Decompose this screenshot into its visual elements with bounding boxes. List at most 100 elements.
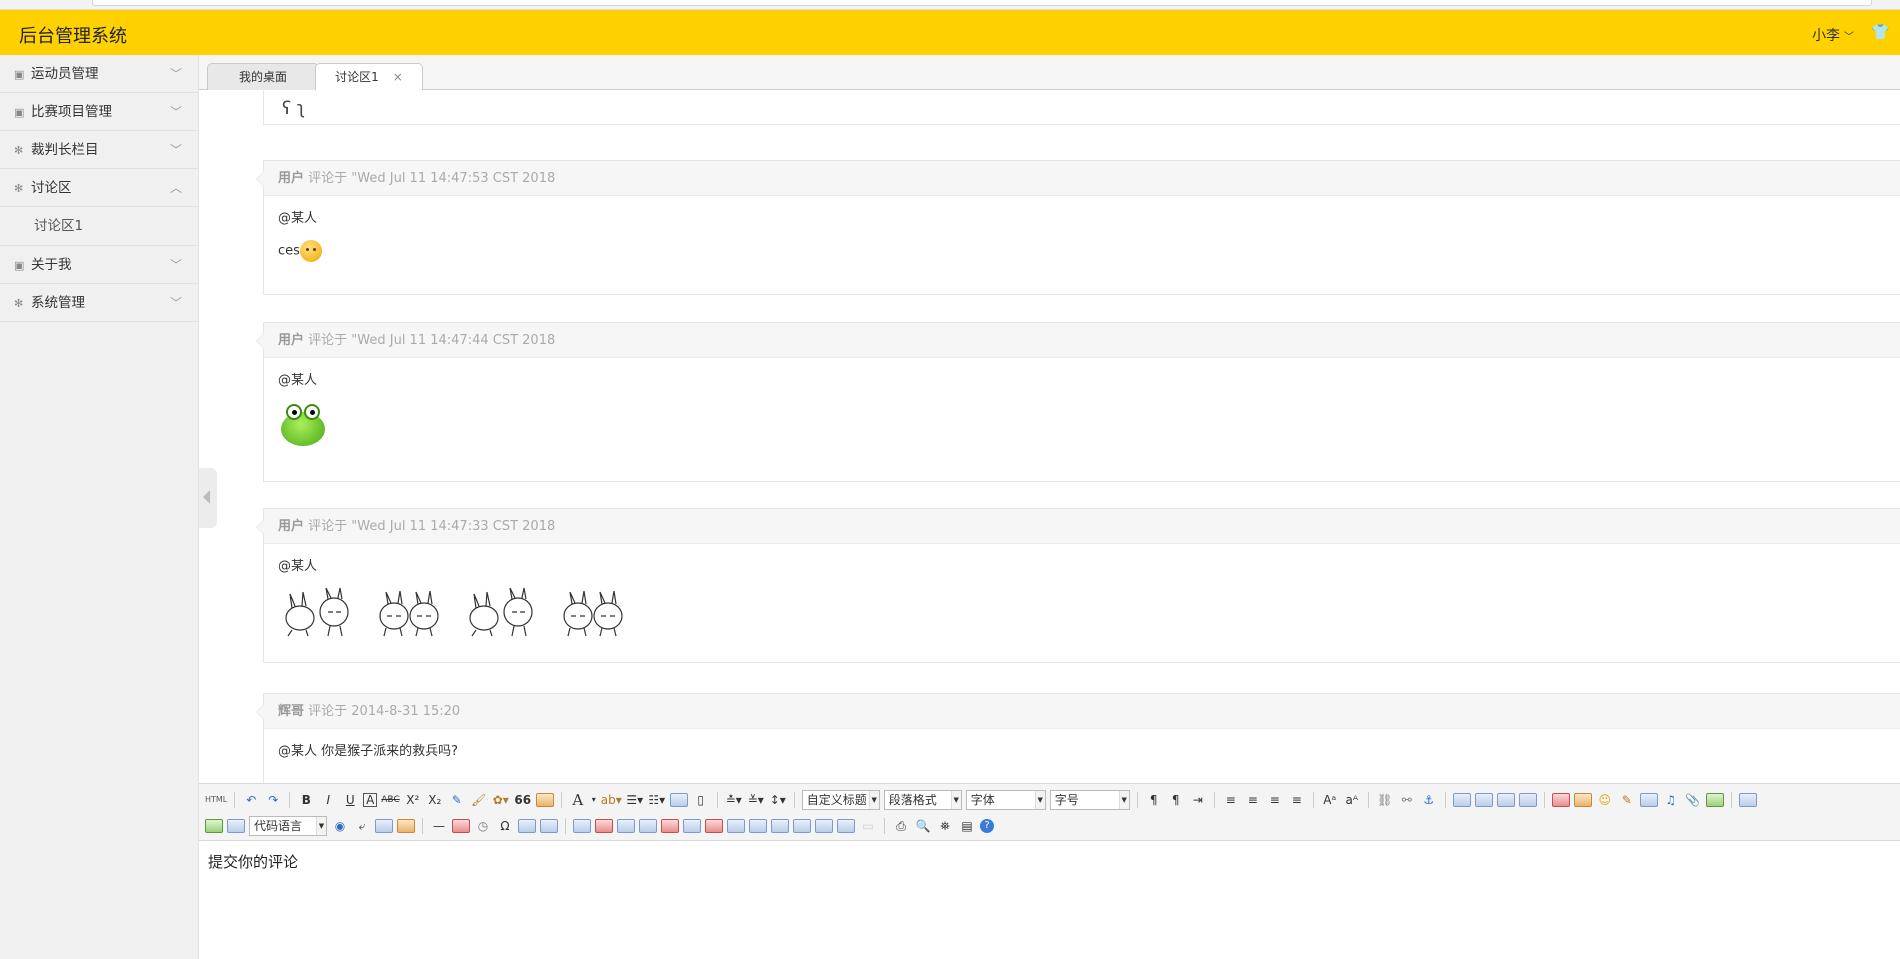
- image-center-icon[interactable]: [1518, 793, 1537, 807]
- drafts-icon[interactable]: ▤: [958, 817, 976, 835]
- ordered-list-icon[interactable]: ☰▾: [626, 791, 644, 809]
- insert-image-icon[interactable]: [1573, 793, 1592, 807]
- image-right-icon[interactable]: [1496, 793, 1515, 807]
- underline-button[interactable]: U: [341, 791, 359, 809]
- sidebar-item-system[interactable]: ✻ 系统管理 ﹀: [0, 284, 198, 322]
- scrawl-icon[interactable]: ✎: [1618, 791, 1636, 809]
- format-brush-icon[interactable]: 🖌: [470, 791, 488, 809]
- image-none-icon[interactable]: [1452, 793, 1471, 807]
- template-icon[interactable]: ◉: [331, 817, 349, 835]
- preview-icon[interactable]: 🔍: [914, 817, 932, 835]
- link-icon[interactable]: ⛓: [1376, 791, 1394, 809]
- font-border-button[interactable]: A: [363, 793, 378, 807]
- html-source-button[interactable]: HTML: [205, 791, 227, 809]
- strikethrough-button[interactable]: ABC: [381, 791, 399, 809]
- font-color-button[interactable]: A: [569, 791, 587, 809]
- emotion-icon[interactable]: ☺: [1596, 791, 1614, 809]
- time-icon[interactable]: ◷: [474, 817, 492, 835]
- simple-upload-icon[interactable]: [1551, 793, 1570, 807]
- sidebar-subitem-discussion1[interactable]: 讨论区1: [0, 207, 198, 246]
- special-chars-button[interactable]: Ω: [496, 817, 514, 835]
- date-icon[interactable]: [452, 819, 470, 833]
- align-center-icon[interactable]: ≡: [1244, 791, 1262, 809]
- horizontal-rule-button[interactable]: —: [430, 817, 448, 835]
- merge-cells-icon[interactable]: [727, 819, 745, 833]
- search-icon[interactable]: ⛯: [936, 817, 954, 835]
- align-left-icon[interactable]: ≡: [1222, 791, 1240, 809]
- highlight-color-icon[interactable]: ab▾: [601, 791, 622, 809]
- close-icon[interactable]: ×: [393, 70, 403, 84]
- code-language-select[interactable]: 代码语言 ▼: [249, 816, 327, 836]
- anchor-icon[interactable]: ⚓: [1420, 791, 1438, 809]
- sidebar-item-referee[interactable]: ✻ 裁判长栏目 ﹀: [0, 131, 198, 169]
- address-bar[interactable]: [92, 0, 1872, 6]
- delete-row-icon[interactable]: [661, 819, 679, 833]
- heading-select[interactable]: 自定义标题 ▼: [801, 790, 880, 810]
- unordered-list-icon[interactable]: ☷▾: [648, 791, 666, 809]
- attachment-icon[interactable]: 📎: [1684, 791, 1702, 809]
- font-family-select[interactable]: 字体 ▼: [965, 790, 1046, 810]
- music-icon[interactable]: ♫: [1662, 791, 1680, 809]
- auto-format-icon[interactable]: ✿▾: [492, 791, 510, 809]
- font-size-select[interactable]: 字号 ▼: [1049, 790, 1130, 810]
- chart-icon[interactable]: ▭: [859, 817, 877, 835]
- direction-ltr-button[interactable]: ¶: [1145, 791, 1163, 809]
- subscript-button[interactable]: X₂: [426, 791, 444, 809]
- print-icon[interactable]: ⎙: [892, 817, 910, 835]
- paste-plain-icon[interactable]: [535, 793, 554, 807]
- sidebar-item-events[interactable]: ▣ 比赛项目管理 ﹀: [0, 93, 198, 131]
- indent-icon[interactable]: ⇥: [1189, 791, 1207, 809]
- delete-col-icon[interactable]: [705, 819, 723, 833]
- line-height-icon[interactable]: ↕▾: [769, 791, 787, 809]
- split-rows-icon[interactable]: [815, 819, 833, 833]
- sidebar-item-about[interactable]: ▣ 关于我 ﹀: [0, 246, 198, 284]
- tab-discussion1[interactable]: 讨论区1 ×: [315, 63, 423, 91]
- template-insert-icon[interactable]: [397, 819, 415, 833]
- map-icon[interactable]: [1705, 793, 1724, 807]
- insert-frame-icon[interactable]: [1738, 793, 1757, 807]
- image-left-icon[interactable]: [1474, 793, 1493, 807]
- help-button[interactable]: ?: [980, 819, 994, 833]
- row-spacing-bottom-icon[interactable]: ≚▾: [747, 791, 765, 809]
- delete-table-icon[interactable]: [595, 819, 613, 833]
- google-map-icon[interactable]: [205, 819, 223, 833]
- tab-my-desktop[interactable]: 我的桌面: [207, 63, 319, 90]
- wordimage-icon[interactable]: [518, 819, 536, 833]
- eraser-icon[interactable]: ✎: [448, 791, 466, 809]
- search-replace-icon[interactable]: [540, 819, 558, 833]
- chevron-down-icon[interactable]: ▾: [591, 791, 597, 809]
- merge-down-icon[interactable]: [771, 819, 789, 833]
- bold-button[interactable]: B: [297, 791, 315, 809]
- insert-col-icon[interactable]: [683, 819, 701, 833]
- unlink-icon[interactable]: ⚯: [1398, 791, 1416, 809]
- page-break-icon[interactable]: [227, 819, 245, 833]
- insert-table-icon[interactable]: [573, 819, 591, 833]
- blockquote-button[interactable]: 66: [514, 791, 532, 809]
- sidebar-item-athletes[interactable]: ▣ 运动员管理 ﹀: [0, 55, 198, 93]
- split-cols-icon[interactable]: [837, 819, 855, 833]
- redo-icon[interactable]: ↷: [264, 791, 282, 809]
- merge-right-icon[interactable]: [749, 819, 767, 833]
- tshirt-icon[interactable]: 👕: [1871, 23, 1890, 41]
- to-uppercase-icon[interactable]: Aᵃ: [1321, 791, 1339, 809]
- paragraph-select[interactable]: 段落格式 ▼: [883, 790, 962, 810]
- insert-row-icon[interactable]: [639, 819, 657, 833]
- user-menu[interactable]: 小李 ﹀: [1812, 25, 1854, 45]
- comment-editor[interactable]: 提交你的评论: [199, 842, 1900, 959]
- sidebar-item-discussion[interactable]: ✻ 讨论区 ︿: [0, 169, 198, 207]
- row-spacing-top-icon[interactable]: ≛▾: [725, 791, 743, 809]
- direction-rtl-button[interactable]: ¶: [1167, 791, 1185, 809]
- split-cells-icon[interactable]: [793, 819, 811, 833]
- sidebar-collapse-handle[interactable]: [199, 468, 217, 528]
- clear-doc-icon[interactable]: ▯: [692, 791, 710, 809]
- page-break-line-icon[interactable]: ⤶: [353, 817, 371, 835]
- insert-paragraph-icon[interactable]: [617, 819, 635, 833]
- background-icon[interactable]: [375, 819, 393, 833]
- undo-icon[interactable]: ↶: [242, 791, 260, 809]
- align-right-icon[interactable]: ≡: [1266, 791, 1284, 809]
- align-justify-icon[interactable]: ≡: [1288, 791, 1306, 809]
- superscript-button[interactable]: X²: [404, 791, 422, 809]
- select-all-icon[interactable]: [669, 793, 688, 807]
- italic-button[interactable]: I: [319, 791, 337, 809]
- insert-video-icon[interactable]: [1639, 793, 1658, 807]
